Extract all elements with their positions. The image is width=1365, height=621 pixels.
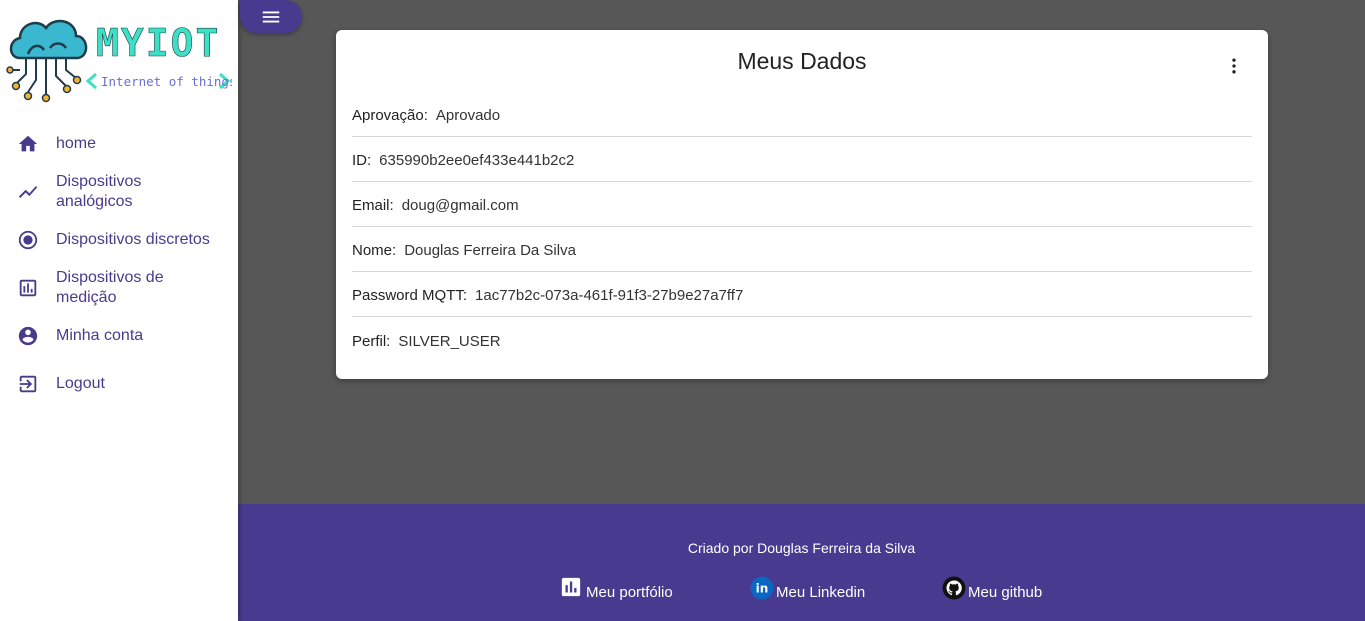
footer-links: Meu portfólio in Meu Linkedin Meu github — [238, 576, 1365, 610]
my-data-card: Meus Dados Aprovação: Aprovado ID: 63599… — [336, 30, 1268, 379]
field-label: Password MQTT: — [352, 287, 468, 304]
github-link-label: Meu github — [968, 584, 1043, 601]
card-title: Meus Dados — [737, 48, 867, 74]
sidebar-item-measurement-devices[interactable]: Dispositivos de medição — [0, 260, 238, 316]
hamburger-menu-icon — [260, 6, 282, 28]
footer-credit: Criado por Douglas Ferreira da Silva — [687, 540, 916, 556]
data-row-email: Email: doug@gmail.com — [352, 182, 1252, 227]
sidebar-item-label: Dispositivos discretos — [56, 231, 210, 248]
radio-button-icon — [16, 228, 40, 252]
field-label: Perfil: — [352, 332, 391, 350]
sidebar-item-discrete-devices[interactable]: Dispositivos discretos — [0, 220, 238, 260]
field-value: Douglas Ferreira Da Silva — [404, 242, 576, 259]
trending-up-icon — [16, 180, 40, 204]
menu-toggle-button[interactable] — [240, 0, 302, 33]
sidebar-nav: home Dispositivos analógicos Dispositivo… — [0, 124, 238, 412]
sidebar-item-label: home — [56, 135, 97, 152]
home-icon — [16, 132, 40, 156]
github-icon — [942, 576, 966, 600]
field-label: Nome: — [352, 242, 397, 259]
sidebar-item-label: Dispositivos de medição — [56, 269, 164, 306]
field-value: 635990b2ee0ef433e441b2c2 — [379, 152, 575, 169]
footer: Criado por Douglas Ferreira da Silva Meu… — [238, 504, 1365, 621]
sidebar-item-my-account[interactable]: Minha conta — [0, 316, 238, 356]
svg-text:in: in — [756, 582, 769, 596]
field-value: 1ac77b2c-073a-461f-91f3-27b9e27a7ff7 — [475, 287, 744, 304]
data-list: Aprovação: Aprovado ID: 635990b2ee0ef433… — [352, 92, 1252, 362]
portfolio-link-label: Meu portfólio — [586, 584, 673, 601]
portfolio-link[interactable]: Meu portfólio — [560, 577, 673, 601]
sidebar-item-label: Dispositivos analógicos — [56, 173, 142, 210]
data-row-mqtt-password: Password MQTT: 1ac77b2c-073a-461f-91f3-2… — [352, 272, 1252, 317]
data-row-name: Nome: Douglas Ferreira Da Silva — [352, 227, 1252, 272]
svg-text:Internet of things: Internet of things — [101, 74, 232, 89]
sidebar-item-analog-devices[interactable]: Dispositivos analógicos — [0, 164, 238, 220]
sidebar-item-label: Minha conta — [56, 327, 144, 344]
data-row-profile: Perfil: SILVER_USER — [352, 317, 1252, 362]
field-value: doug@gmail.com — [401, 197, 519, 214]
sidebar-item-label: Logout — [56, 375, 105, 392]
bar-chart-box-icon — [16, 276, 40, 300]
myiot-logo[interactable]: MYIOT Internet of things — [6, 14, 236, 106]
field-label: Email: — [352, 197, 394, 214]
bar-chart-icon — [560, 576, 582, 598]
field-value: Aprovado — [435, 107, 501, 124]
kebab-menu-icon — [1224, 56, 1244, 76]
data-row-id: ID: 635990b2ee0ef433e441b2c2 — [352, 137, 1252, 182]
sidebar-item-home[interactable]: home — [0, 124, 238, 164]
field-label: ID: — [352, 152, 372, 169]
linkedin-icon: in — [750, 576, 774, 600]
logout-icon — [16, 372, 40, 396]
svg-text:MYIOT: MYIOT — [96, 21, 220, 65]
data-row-approval: Aprovação: Aprovado — [352, 92, 1252, 137]
account-circle-icon — [16, 324, 40, 348]
github-link[interactable]: Meu github — [942, 576, 1043, 601]
sidebar: MYIOT Internet of things home Dispositiv… — [0, 0, 238, 621]
sidebar-item-logout[interactable]: Logout — [0, 356, 238, 412]
more-options-button[interactable] — [1222, 54, 1246, 78]
field-label: Aprovação: — [352, 107, 428, 124]
linkedin-link[interactable]: in Meu Linkedin — [750, 576, 866, 601]
field-value: SILVER_USER — [398, 332, 501, 350]
cloud-circuit-icon — [6, 19, 88, 103]
linkedin-link-label: Meu Linkedin — [776, 584, 866, 601]
